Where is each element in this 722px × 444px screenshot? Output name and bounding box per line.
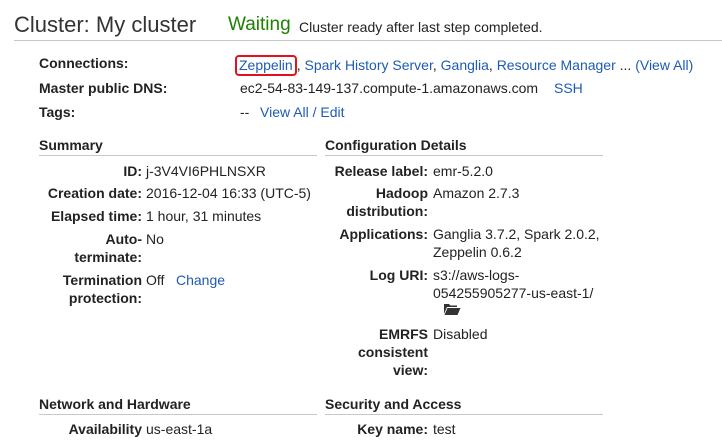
- log-uri-label: Log URI:: [369, 267, 428, 283]
- tags-value: --: [240, 104, 250, 120]
- network-divider: [39, 414, 317, 415]
- key-name-label: Key name:: [357, 421, 428, 437]
- page-title: Cluster: My cluster: [14, 12, 197, 37]
- zeppelin-highlight: Zeppelin: [235, 55, 297, 76]
- master-dns-label: Master public DNS:: [39, 80, 168, 96]
- applications-label: Applications:: [339, 226, 428, 242]
- connections-label: Connections:: [39, 55, 129, 71]
- termination-protection-value: Off: [146, 272, 165, 288]
- availability-value: us-east-1a: [146, 421, 213, 437]
- id-value: j-3V4VI6PHLNSXR: [146, 163, 266, 179]
- creation-date-value: 2016-12-04 16:33 (UTC-5): [146, 185, 311, 201]
- auto-terminate-value: No: [146, 231, 164, 247]
- ganglia-link[interactable]: Ganglia: [441, 57, 489, 73]
- config-heading: Configuration Details: [325, 137, 467, 153]
- availability-label: Availability: [68, 421, 142, 437]
- elapsed-time-label: Elapsed time:: [50, 208, 142, 224]
- termination-protection-label: Termination protection:: [62, 272, 142, 306]
- status-message: Cluster ready after last step completed.: [299, 19, 543, 35]
- folder-open-icon[interactable]: [443, 302, 461, 316]
- auto-terminate-label: Auto- terminate:: [74, 231, 142, 265]
- ssh-link[interactable]: SSH: [554, 80, 583, 96]
- security-divider: [325, 414, 603, 415]
- zeppelin-link[interactable]: Zeppelin: [239, 57, 293, 73]
- connections-ellipsis: ...: [619, 57, 632, 73]
- release-label-value: emr-5.2.0: [433, 163, 493, 179]
- network-hardware-heading: Network and Hardware: [39, 396, 191, 412]
- elapsed-time-value: 1 hour, 31 minutes: [146, 208, 262, 224]
- summary-heading: Summary: [39, 137, 103, 153]
- release-label-label: Release label:: [334, 163, 428, 179]
- tags-label: Tags:: [39, 104, 76, 120]
- applications-value: Ganglia 3.7.2, Spark 2.0.2, Zeppelin 0.6…: [433, 226, 600, 260]
- master-dns-value: ec2-54-83-149-137.compute-1.amazonaws.co…: [240, 80, 539, 96]
- hadoop-distribution-label: Hadoop distribution:: [346, 185, 428, 219]
- cluster-status: Waiting: [228, 14, 291, 35]
- header-divider: [14, 40, 722, 41]
- spark-history-server-link[interactable]: Spark History Server: [304, 57, 432, 73]
- id-label: ID:: [123, 163, 142, 179]
- change-termination-protection-link[interactable]: Change: [176, 271, 225, 289]
- view-edit-tags-link[interactable]: View All / Edit: [260, 104, 345, 120]
- hadoop-distribution-value: Amazon 2.7.3: [433, 185, 520, 201]
- resource-manager-link[interactable]: Resource Manager: [497, 57, 616, 73]
- emrfs-consistent-view-label: EMRFS consistent view:: [357, 326, 428, 378]
- key-name-value: test: [433, 421, 456, 437]
- connections-links: Zeppelin, Spark History Server, Ganglia,…: [235, 55, 693, 76]
- creation-date-label: Creation date:: [47, 185, 142, 201]
- log-uri-value: s3://aws-logs- 054255905277-us-east-1/: [433, 267, 594, 301]
- emrfs-consistent-view-value: Disabled: [433, 326, 488, 342]
- security-access-heading: Security and Access: [325, 396, 462, 412]
- config-divider: [325, 155, 603, 156]
- view-all-connections-link[interactable]: (View All): [635, 57, 693, 73]
- summary-divider: [39, 155, 317, 156]
